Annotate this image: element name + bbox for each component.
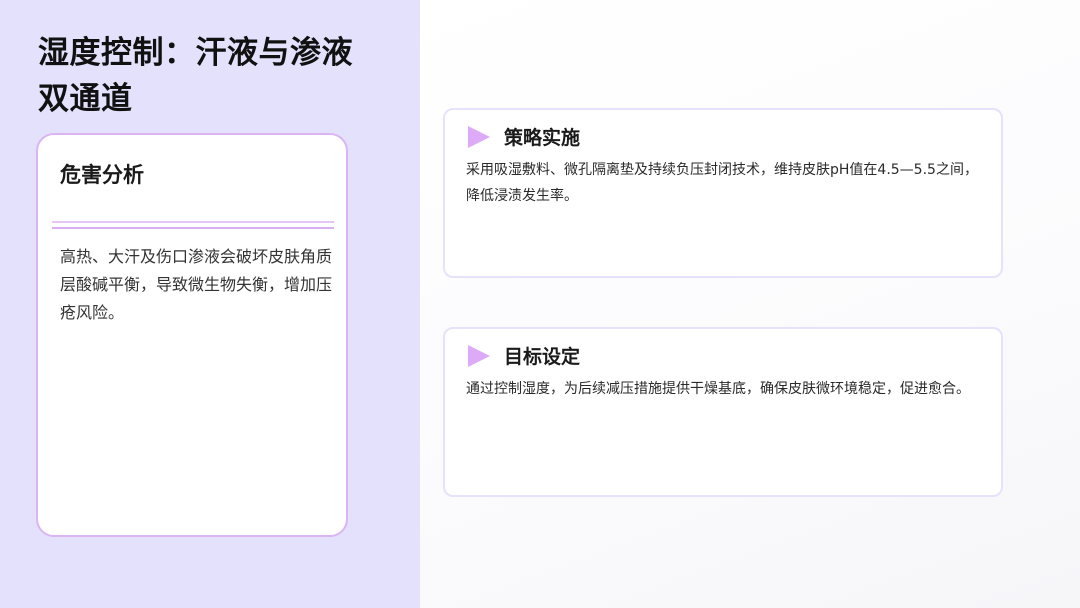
hazard-card: 危害分析 高热、大汗及伤口渗液会破坏皮肤角质层酸碱平衡，导致微生物失衡，增加压疮… xyxy=(36,133,348,537)
play-triangle-icon xyxy=(468,345,490,367)
hazard-body: 高热、大汗及伤口渗液会破坏皮肤角质层酸碱平衡，导致微生物失衡，增加压疮风险。 xyxy=(60,247,333,322)
hazard-divider xyxy=(52,221,334,229)
right-panel xyxy=(420,0,1080,608)
hazard-heading: 危害分析 xyxy=(60,163,144,187)
goal-body: 通过控制湿度，为后续减压措施提供干燥基底，确保皮肤微环境稳定，促进愈合。 xyxy=(466,381,970,397)
strategy-card: 策略实施 采用吸湿敷料、微孔隔离垫及持续负压封闭技术，维持皮肤pH值在4.5—5… xyxy=(443,108,1003,278)
play-triangle-icon xyxy=(468,126,490,148)
strategy-heading: 策略实施 xyxy=(504,127,581,149)
goal-heading: 目标设定 xyxy=(504,346,581,368)
page-title: 湿度控制：汗液与渗液双通道 xyxy=(38,35,353,117)
strategy-body: 采用吸湿敷料、微孔隔离垫及持续负压封闭技术，维持皮肤pH值在4.5—5.5之间，… xyxy=(466,162,978,204)
goal-card: 目标设定 通过控制湿度，为后续减压措施提供干燥基底，确保皮肤微环境稳定，促进愈合… xyxy=(443,327,1003,497)
